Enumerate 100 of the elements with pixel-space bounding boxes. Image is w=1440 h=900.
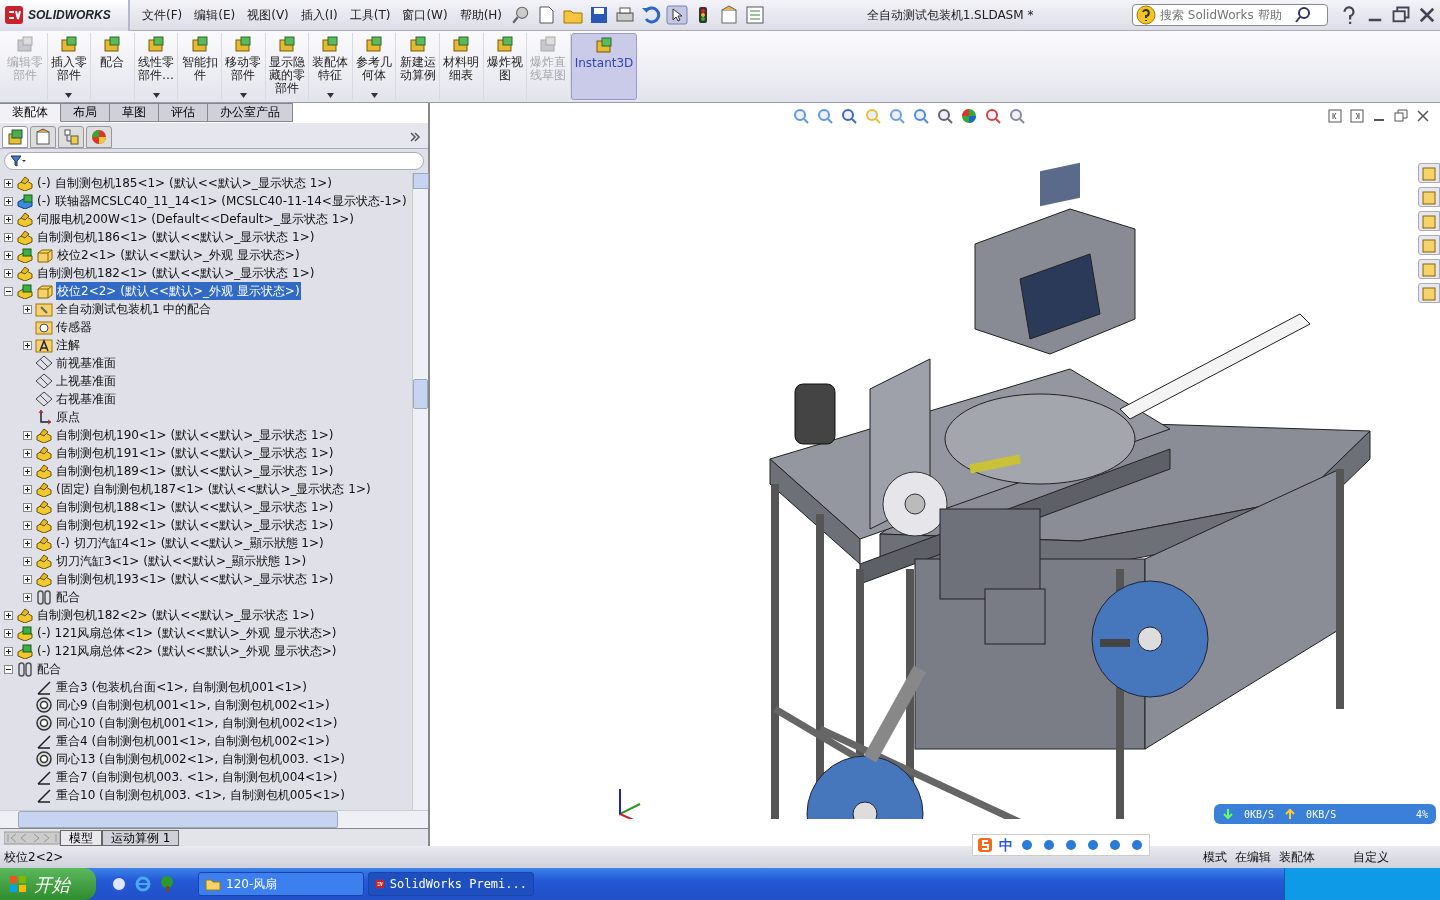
expand-icon[interactable] [23, 484, 32, 494]
tree-item[interactable]: 自制测包机182<2> (默认<<默认>_显示状态 1>) [36, 606, 316, 624]
tree-item[interactable]: (-) 自制测包机185<1> (默认<<默认>_显示状态 1>) [36, 174, 333, 192]
command-button[interactable]: Instant3D [570, 33, 638, 100]
print-icon[interactable] [614, 5, 637, 25]
tree-item[interactable]: 自制测包机189<1> (默认<<默认>_显示状态 1>) [55, 462, 335, 480]
tree-item[interactable]: 重合7 (自制测包机003. <1>, 自制测包机004<1>) [55, 768, 339, 786]
undo-icon[interactable] [640, 5, 663, 25]
horizontal-scrollbar[interactable] [0, 810, 428, 828]
expand-icon[interactable] [4, 268, 13, 278]
menu-item[interactable]: 编辑(E) [188, 4, 242, 26]
command-button[interactable]: 装配体特征 [309, 33, 353, 100]
menu-item[interactable]: 帮助(H) [453, 4, 509, 26]
tree-item[interactable]: 配合 [55, 588, 81, 606]
tree-item[interactable]: 右视基准面 [55, 390, 117, 408]
tree-item[interactable]: (-) 切刀汽缸4<1> (默认<<默认>_顯示狀態 1>) [55, 534, 325, 552]
zoom-fit-icon[interactable] [792, 107, 810, 125]
taskbar-button[interactable]: 120-风扇 [198, 872, 364, 896]
tab[interactable]: 模型 [60, 829, 102, 846]
expand-icon[interactable] [4, 232, 13, 242]
panel-tab[interactable] [2, 125, 28, 148]
tree-item[interactable]: 伺服电机200W<1> (Default<<Default>_显示状态 1>) [36, 210, 356, 228]
taskbar-button[interactable]: SolidWorks Premi... [368, 872, 534, 896]
tab[interactable]: 办公室产品 [208, 103, 293, 122]
expand-icon[interactable] [23, 304, 32, 314]
expand-icon[interactable] [23, 574, 32, 584]
tree-item[interactable]: 切刀汽缸3<1> (默认<<默认>_顯示狀態 1>) [55, 552, 308, 570]
tree-item[interactable]: 自制测包机182<1> (默认<<默认>_显示状态 1>) [36, 264, 316, 282]
tab[interactable]: 布局 [61, 103, 110, 122]
tree-item[interactable]: 校位2<2> (默认<<默认>_外观 显示状态>) [56, 282, 301, 300]
tab[interactable]: 运动算例 1 [102, 829, 180, 846]
tree-item[interactable]: (-) 121风扇总体<2> (默认<<默认>_外观 显示状态>) [36, 642, 338, 660]
expand-icon[interactable] [4, 628, 13, 638]
vertical-scrollbar[interactable] [412, 173, 428, 810]
command-button[interactable]: 参考几何体 [352, 33, 397, 100]
tile-left-icon[interactable] [1328, 109, 1342, 123]
tab[interactable]: 草图 [110, 103, 159, 122]
units-dropdown[interactable]: 自定义 [1353, 848, 1390, 866]
expand-icon[interactable] [4, 196, 13, 206]
filter-icon[interactable] [9, 154, 27, 168]
tree-item[interactable]: 校位2<1> (默认<<默认>_外观 显示状态>) [56, 246, 301, 264]
expand-icon[interactable] [23, 502, 32, 512]
command-button[interactable]: 显示隐藏的零部件 [265, 33, 310, 100]
tree-item[interactable]: 全自动测试包装机1 中的配合 [55, 300, 213, 318]
filter-field[interactable] [4, 152, 424, 170]
tree-item[interactable]: 同心9 (自制测包机001<1>, 自制测包机002<1>) [55, 696, 331, 714]
command-button[interactable]: 线性零部件… [134, 33, 179, 100]
restore-icon[interactable] [1394, 109, 1408, 123]
panel-tab[interactable] [58, 125, 84, 148]
tree-item[interactable]: 配合 [36, 660, 62, 678]
expand-icon[interactable] [4, 250, 13, 260]
command-button[interactable]: 新建运动算例 [396, 33, 440, 100]
tree-item[interactable]: (-) 121风扇总体<1> (默认<<默认>_外观 显示状态>) [36, 624, 338, 642]
search-icon[interactable] [1294, 6, 1312, 24]
expand-icon[interactable] [4, 178, 13, 188]
expand-icon[interactable] [4, 646, 13, 656]
tree-item[interactable]: 上视基准面 [55, 372, 117, 390]
expand-icon[interactable] [23, 556, 32, 566]
command-button[interactable]: 材料明细表 [439, 33, 484, 100]
tree-item[interactable]: 重合3 (包装机台面<1>, 自制测包机001<1>) [55, 678, 308, 696]
expand-icon[interactable] [23, 466, 32, 476]
expand-icon[interactable] [23, 448, 32, 458]
panel-tab[interactable] [30, 125, 56, 148]
expand-icon[interactable] [23, 592, 32, 602]
menu-item[interactable]: 工具(T) [343, 4, 397, 26]
search-field[interactable]: 搜索 SolidWorks 帮助 [1132, 4, 1328, 26]
tree-item[interactable]: 原点 [55, 408, 81, 426]
tree-item[interactable]: 前视基准面 [55, 354, 117, 372]
tree-item[interactable]: 自制测包机193<1> (默认<<默认>_显示状态 1>) [55, 570, 335, 588]
ime-toolbar[interactable]: 中 [972, 834, 1150, 856]
menu-item[interactable]: 插入(I) [294, 4, 344, 26]
tree-item[interactable]: 自制测包机188<1> (默认<<默认>_显示状态 1>) [55, 498, 335, 516]
tree-item[interactable]: 同心10 (自制测包机001<1>, 自制测包机002<1>) [55, 714, 339, 732]
tree-item[interactable]: 注解 [55, 336, 81, 354]
collapse-icon[interactable] [4, 664, 13, 674]
expand-icon[interactable] [23, 520, 32, 530]
ime-logo-icon[interactable] [977, 837, 993, 853]
tree-item[interactable]: 重合10 (自制测包机003. <1>, 自制测包机005<1>) [55, 786, 346, 804]
tree-item[interactable]: 同心13 (自制测包机002<1>, 自制测包机003. <1>) [55, 750, 346, 768]
expand-icon[interactable] [4, 610, 13, 620]
command-button[interactable]: 插入零部件 [47, 33, 92, 100]
tree-item[interactable]: 自制测包机191<1> (默认<<默认>_显示状态 1>) [55, 444, 335, 462]
tree-item[interactable]: (-) 联轴器MCSLC40_11_14<1> (MCSLC40-11-14<显示状态-1>) [36, 192, 408, 210]
tree-item[interactable]: (固定) 自制测包机187<1> (默认<<默认>_显示状态 1>) [55, 480, 372, 498]
command-button[interactable]: 配合 [91, 33, 135, 100]
select-pointer-icon[interactable] [666, 5, 689, 25]
tree-item[interactable]: 自制测包机192<1> (默认<<默认>_显示状态 1>) [55, 516, 335, 534]
close-icon[interactable] [1416, 109, 1430, 123]
ime-mode-label[interactable]: 中 [999, 834, 1013, 856]
expand-icon[interactable] [23, 538, 32, 548]
tile-right-icon[interactable] [1350, 109, 1364, 123]
tab[interactable]: 装配体 [0, 103, 61, 122]
collapse-icon[interactable] [4, 286, 13, 296]
restore-icon[interactable] [1390, 5, 1412, 25]
expand-icon[interactable] [23, 430, 32, 440]
tree-item[interactable]: 自制测包机186<1> (默认<<默认>_显示状态 1>) [36, 228, 316, 246]
tree-item[interactable]: 自制测包机190<1> (默认<<默认>_显示状态 1>) [55, 426, 335, 444]
expand-icon[interactable] [23, 340, 32, 350]
command-button[interactable]: 移动零部件 [221, 33, 266, 100]
expand-icon[interactable] [4, 214, 13, 224]
